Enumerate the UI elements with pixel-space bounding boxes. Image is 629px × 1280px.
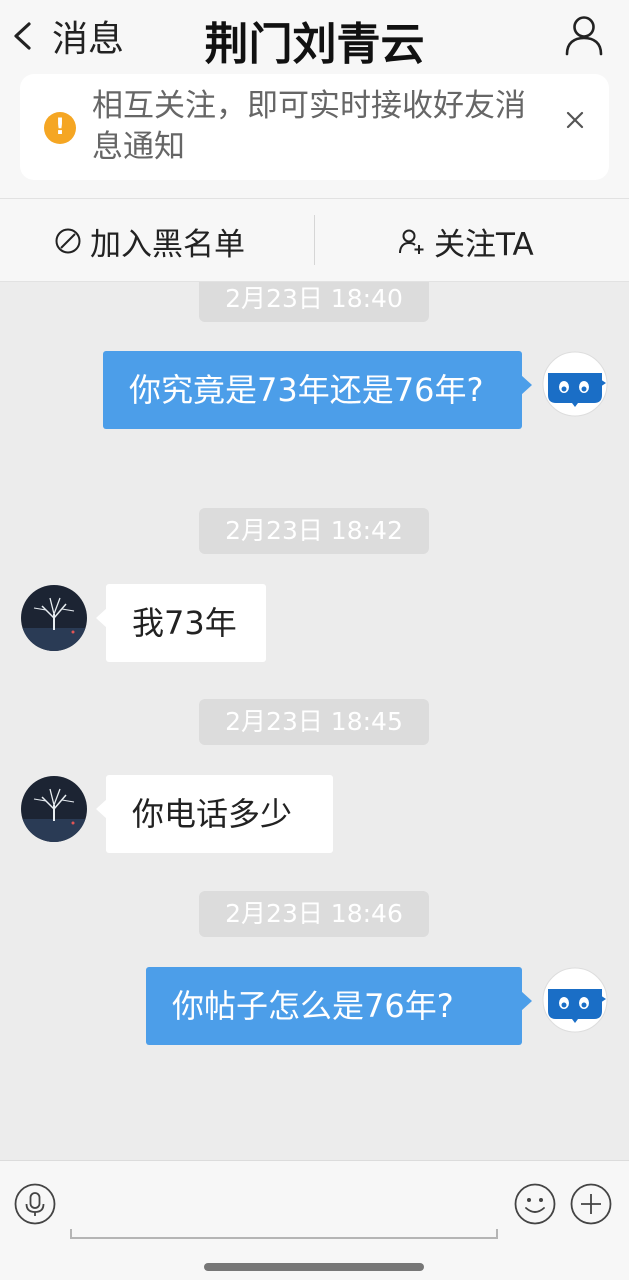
timestamp: 2月23日 18:40 — [199, 282, 429, 322]
microphone-icon[interactable] — [14, 1183, 56, 1225]
user-profile-icon[interactable] — [563, 14, 605, 56]
page-title: 荆门刘青云 — [204, 19, 425, 70]
my-avatar[interactable] — [542, 967, 608, 1033]
warning-icon: ! — [44, 112, 76, 144]
message-bubble-incoming[interactable]: 你电话多少 — [96, 775, 333, 853]
timestamp: 2月23日 18:46 — [199, 891, 429, 937]
my-avatar[interactable] — [542, 351, 608, 417]
divider — [314, 215, 315, 265]
contact-avatar[interactable] — [20, 584, 88, 652]
emoji-icon[interactable] — [514, 1183, 556, 1225]
message-bubble-incoming[interactable]: 我73年 — [96, 584, 266, 662]
timestamp: 2月23日 18:45 — [199, 699, 429, 745]
input-bar — [0, 1160, 629, 1280]
follow-notice-banner: ! 相互关注，即可实时接收好友消息通知 — [20, 74, 609, 180]
message-bubble-outgoing[interactable]: 你究竟是73年还是76年? — [103, 351, 532, 429]
message-bubble-outgoing[interactable]: 你帖子怎么是76年? — [146, 967, 532, 1045]
action-bar: 加入黑名单 关注TA — [0, 198, 629, 282]
follow-button[interactable]: 关注TA — [398, 199, 534, 283]
block-label: 加入黑名单 — [90, 226, 245, 263]
message-list[interactable]: 2月23日 18:40 你究竟是73年还是76年? 2月23日 18:42 我7… — [0, 282, 629, 1160]
message-input-field — [70, 1177, 498, 1239]
home-indicator — [204, 1263, 424, 1271]
message-input[interactable] — [78, 1191, 488, 1231]
plus-icon[interactable] — [570, 1183, 612, 1225]
notice-text: 相互关注，即可实时接收好友消息通知 — [92, 88, 526, 165]
block-icon — [55, 228, 81, 254]
block-button[interactable]: 加入黑名单 — [54, 199, 245, 283]
follow-label: 关注TA — [434, 226, 534, 263]
close-icon[interactable] — [559, 104, 591, 136]
top-header: 消息 荆门刘青云 ! 相互关注，即可实时接收好友消息通知 — [0, 0, 629, 198]
timestamp: 2月23日 18:42 — [199, 508, 429, 554]
contact-avatar[interactable] — [20, 775, 88, 843]
add-user-icon — [399, 229, 424, 254]
